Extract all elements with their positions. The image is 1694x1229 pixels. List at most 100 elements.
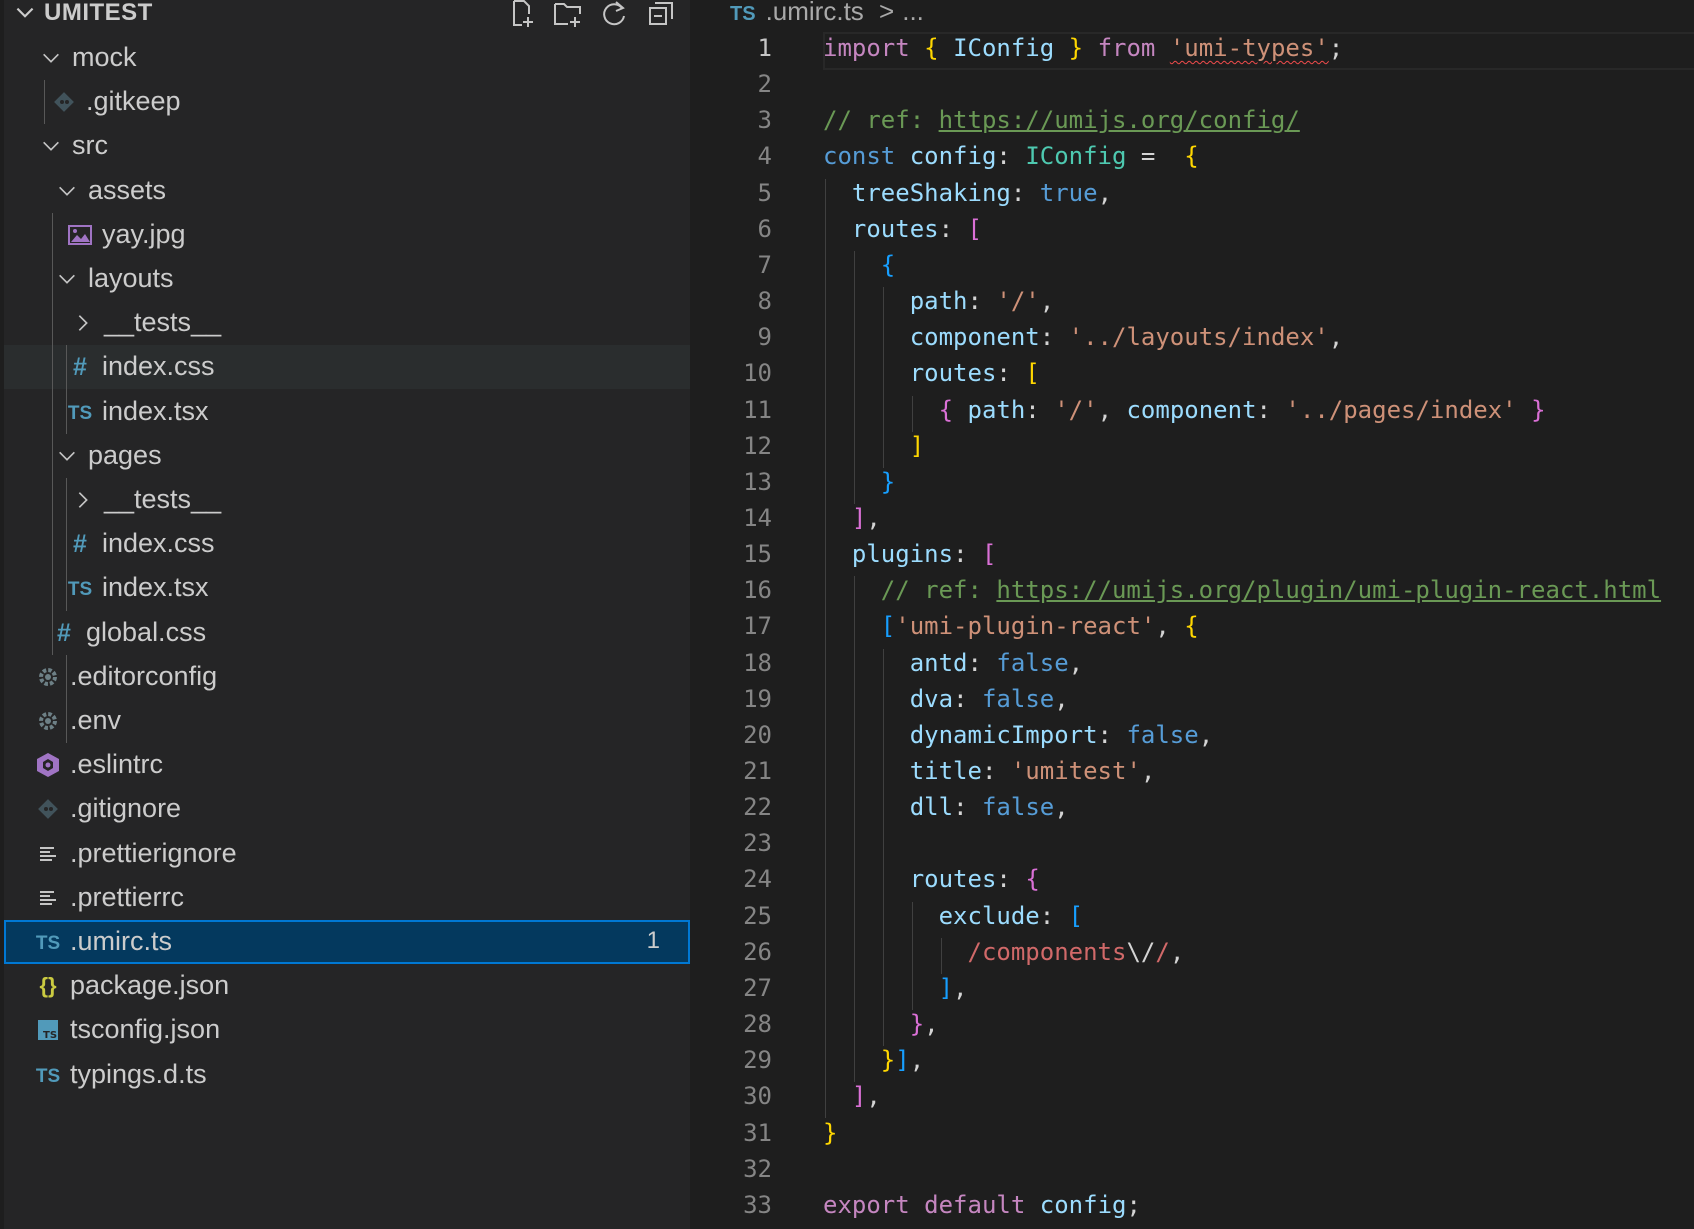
code-token: / xyxy=(1155,937,1170,966)
code-token: from xyxy=(1097,34,1156,62)
tree-file-tsconfig-json[interactable]: TS tsconfig.json xyxy=(4,1008,690,1052)
code-line[interactable]: }], xyxy=(823,1046,924,1074)
tree-folder-pages[interactable]: pages xyxy=(4,434,690,478)
code-editor[interactable]: TS .umirc.ts >... 1 import { IConfig } fro… xyxy=(690,0,1694,1229)
code-line[interactable]: import { IConfig } from 'umi-types'; xyxy=(823,34,1343,62)
code-line[interactable]: ], xyxy=(823,1082,881,1110)
tree-file-index-css[interactable]: # index.css xyxy=(4,522,690,566)
code-line[interactable]: { xyxy=(823,251,895,279)
code-line[interactable]: /components\//, xyxy=(823,937,1185,966)
tree-item-label: yay.jpg xyxy=(102,218,186,249)
explorer-header[interactable]: UMITEST xyxy=(0,0,690,27)
code-line[interactable]: }, xyxy=(823,1010,939,1038)
tree-item-label: .umirc.ts xyxy=(70,926,173,956)
code-token: export xyxy=(823,1190,910,1219)
code-token: // ref: xyxy=(823,106,939,135)
chevron-down-icon[interactable] xyxy=(56,445,78,467)
line-number: 31 xyxy=(743,1118,772,1147)
code-token: exclude xyxy=(938,901,1040,930)
tree-file-index-tsx[interactable]: TS index.tsx xyxy=(4,390,690,434)
code-line[interactable]: const config: IConfig = { xyxy=(823,142,1199,170)
code-line[interactable]: routes: [ xyxy=(823,215,982,243)
line-number: 23 xyxy=(743,829,772,858)
code-line[interactable]: antd: false, xyxy=(823,649,1083,677)
tree-item-label: assets xyxy=(88,174,167,205)
tree-folder-tests[interactable]: __tests__ xyxy=(4,301,690,345)
new-folder-icon[interactable] xyxy=(552,0,584,30)
code-line[interactable]: routes: { xyxy=(823,865,1040,893)
collapse-all-icon[interactable] xyxy=(646,0,678,30)
code-line[interactable]: ], xyxy=(823,504,881,532)
tree-folder-tests[interactable]: __tests__ xyxy=(4,478,690,522)
code-token: path xyxy=(967,395,1026,424)
tree-item-label: index.css xyxy=(102,528,215,559)
code-token: true xyxy=(1039,178,1098,207)
tree-file-index-css[interactable]: # index.css xyxy=(4,345,690,390)
breadcrumb-file[interactable]: .umirc.ts xyxy=(766,0,864,26)
chevron-down-icon[interactable] xyxy=(56,268,78,290)
tree-file-prettierignore[interactable]: .prettierignore xyxy=(4,832,690,876)
tree-file-eslintrc[interactable]: .eslintrc xyxy=(4,743,690,787)
code-line[interactable]: dll: false, xyxy=(823,793,1069,821)
code-line[interactable]: } xyxy=(823,468,895,496)
code-token: title xyxy=(909,757,982,785)
code-token: component xyxy=(909,323,1040,352)
tree-file-env[interactable]: .env xyxy=(4,699,690,743)
tree-folder-assets[interactable]: assets xyxy=(4,169,690,213)
code-line[interactable]: routes: [ xyxy=(823,359,1040,387)
code-token: '../layouts/index' xyxy=(1068,323,1329,352)
code-line[interactable]: component: '../layouts/index', xyxy=(823,323,1344,352)
code-line[interactable]: export default config; xyxy=(823,1191,1141,1219)
tree-file-gitignore[interactable]: .gitignore xyxy=(4,787,690,831)
code-token: : xyxy=(1010,178,1040,207)
code-line[interactable]: // ref: https://umijs.org/plugin/umi-plu… xyxy=(823,576,1661,604)
chevron-down-icon[interactable] xyxy=(56,180,78,202)
code-line[interactable]: dva: false, xyxy=(823,685,1069,713)
breadcrumb-more[interactable]: ... xyxy=(902,0,924,26)
tree-file-umirc-ts[interactable]: TS .umirc.ts 1 xyxy=(4,920,690,964)
tree-file-editorconfig[interactable]: .editorconfig xyxy=(4,655,690,699)
chevron-right-icon[interactable] xyxy=(72,312,94,334)
tree-file-yay-jpg[interactable]: yay.jpg xyxy=(4,213,690,257)
indent-guide xyxy=(853,250,855,504)
code-line[interactable]: title: 'umitest', xyxy=(823,757,1156,785)
tree-folder-layouts[interactable]: layouts xyxy=(4,257,690,301)
tree-file-index-tsx[interactable]: TS index.tsx xyxy=(4,566,690,610)
code-line[interactable]: ['umi-plugin-react', { xyxy=(823,612,1199,640)
code-line[interactable]: plugins: [ xyxy=(823,540,997,568)
tree-file-global-css[interactable]: # global.css xyxy=(4,611,690,655)
code-token: routes xyxy=(851,214,939,243)
tree-file-typings-d-ts[interactable]: TS typings.d.ts xyxy=(4,1053,690,1097)
tree-folder-src[interactable]: src xyxy=(4,124,690,168)
code-line[interactable]: // ref: https://umijs.org/config/ xyxy=(823,106,1300,134)
code-token: , xyxy=(866,503,881,532)
code-line[interactable]: treeShaking: true, xyxy=(823,179,1112,207)
code-token: , xyxy=(1169,937,1185,966)
chevron-down-icon[interactable] xyxy=(40,47,62,69)
tree-file-package-json[interactable]: {} package.json xyxy=(4,964,690,1008)
tree-folder-mock[interactable]: mock xyxy=(4,36,690,80)
chevron-down-icon[interactable] xyxy=(12,0,38,26)
code-line[interactable]: exclude: [ xyxy=(823,901,1084,930)
code-line[interactable]: { path: '/', component: '../pages/index'… xyxy=(823,396,1546,424)
code-line[interactable]: ], xyxy=(823,974,968,1002)
code-line[interactable]: } xyxy=(823,1119,837,1147)
code-line[interactable]: ] xyxy=(823,432,924,460)
code-line[interactable]: path: '/', xyxy=(823,287,1055,315)
refresh-icon[interactable] xyxy=(598,0,630,30)
tree-file-prettierrc[interactable]: .prettierrc xyxy=(4,876,690,920)
chevron-down-icon[interactable] xyxy=(40,135,62,157)
chevron-right-icon[interactable] xyxy=(72,489,94,511)
code-token: ; xyxy=(1328,34,1344,62)
code-line[interactable]: dynamicImport: false, xyxy=(823,721,1213,749)
tree-file-gitkeep[interactable]: .gitkeep xyxy=(4,80,690,124)
line-number: 4 xyxy=(757,142,772,171)
new-file-icon[interactable] xyxy=(506,0,538,30)
breadcrumb-separator: > xyxy=(879,0,895,26)
